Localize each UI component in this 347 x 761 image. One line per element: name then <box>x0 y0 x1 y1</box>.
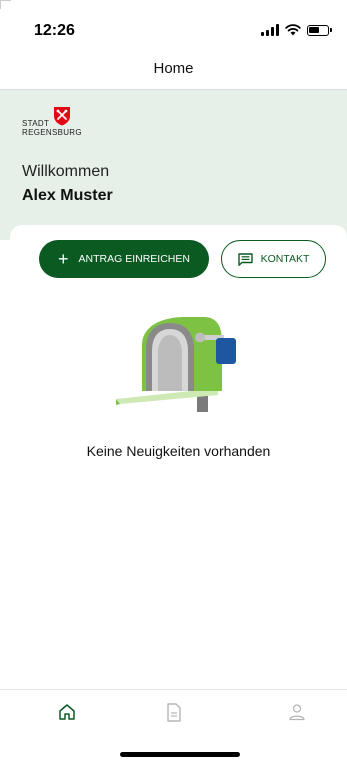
bottom-navigation <box>0 689 347 761</box>
city-logo: STADT REGENSBURG <box>22 106 112 142</box>
welcome-header: STADT REGENSBURG Willkommen Alex Muster <box>0 90 347 240</box>
mailbox-illustration <box>116 317 236 412</box>
logo-line-1: STADT <box>22 119 50 128</box>
tab-documents[interactable] <box>154 700 194 724</box>
user-name: Alex Muster <box>22 187 113 204</box>
contact-button[interactable]: KONTAKT <box>221 240 326 278</box>
status-bar: 12:26 <box>0 0 347 52</box>
home-indicator[interactable] <box>120 752 240 757</box>
welcome-label: Willkommen <box>22 163 110 180</box>
page-title: Home <box>153 60 194 77</box>
empty-state-message: Keine Neuigkeiten vorhanden <box>86 443 271 459</box>
status-icons <box>261 24 332 36</box>
logo-text: STADT REGENSBURG <box>22 119 82 137</box>
app-screen: 12:26 Home STADT REGENSBURG Willkommen A… <box>0 0 347 761</box>
document-icon <box>167 702 181 722</box>
plus-icon: + <box>58 249 69 269</box>
home-icon <box>59 704 75 720</box>
tab-home[interactable] <box>47 700 87 724</box>
status-time: 12:26 <box>34 22 75 39</box>
submit-request-label: ANTRAG EINREICHEN <box>78 253 190 265</box>
logo-line-2: REGENSBURG <box>22 128 82 137</box>
signal-icon <box>261 24 279 36</box>
submit-request-button[interactable]: + ANTRAG EINREICHEN <box>39 240 209 278</box>
battery-icon <box>307 24 332 36</box>
wifi-icon <box>285 24 301 36</box>
profile-icon <box>289 704 305 721</box>
contact-label: KONTAKT <box>260 253 310 265</box>
message-icon <box>237 252 253 266</box>
main-content: + ANTRAG EINREICHEN KONTAKT Keine Neuigk… <box>10 225 347 695</box>
tab-profile[interactable] <box>277 700 317 724</box>
